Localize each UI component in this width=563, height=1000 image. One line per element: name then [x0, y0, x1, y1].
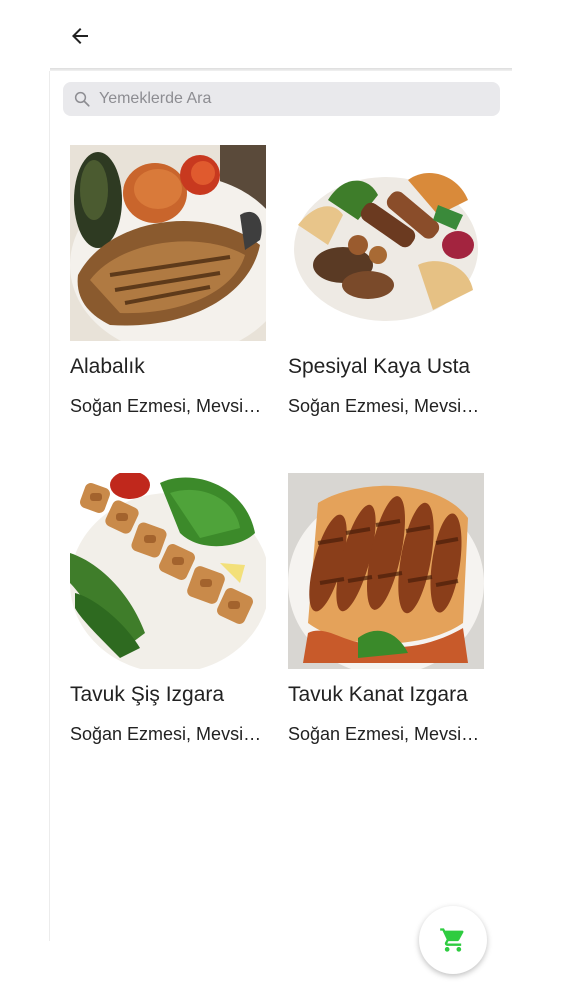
product-card[interactable]: Spesiyal Kaya Usta Soğan Ezmesi, Mevsim …	[288, 145, 488, 417]
product-image[interactable]	[70, 145, 266, 341]
product-description: Soğan Ezmesi, Mevsim Salata	[288, 724, 480, 744]
arrow-left-icon	[72, 28, 88, 44]
product-name: Alabalık	[70, 355, 145, 378]
product-card[interactable]: Tavuk Şiş Izgara Soğan Ezmesi, Mevsim Sa…	[70, 473, 270, 745]
app-header	[0, 0, 563, 70]
search-icon	[74, 91, 90, 107]
shopping-cart-icon	[440, 928, 464, 952]
product-card[interactable]: Alabalık Soğan Ezmesi, Mevsim Salata	[70, 145, 270, 417]
product-name: Tavuk Kanat Izgara	[288, 683, 468, 706]
product-description: Soğan Ezmesi, Mevsim Salata	[70, 396, 262, 416]
header-divider	[50, 68, 512, 71]
product-image[interactable]	[288, 473, 484, 669]
product-description: Soğan Ezmesi, Mevsim Salata	[288, 396, 480, 416]
product-image[interactable]	[70, 473, 266, 669]
back-button[interactable]	[64, 20, 96, 52]
product-name: Spesiyal Kaya Usta	[288, 355, 471, 378]
product-description: Soğan Ezmesi, Mevsim Salata	[70, 724, 262, 744]
search-bar[interactable]	[63, 82, 500, 116]
product-card[interactable]: Tavuk Kanat Izgara Soğan Ezmesi, Mevsim …	[288, 473, 488, 745]
cart-button[interactable]	[419, 906, 487, 974]
product-image[interactable]	[288, 145, 484, 341]
product-name: Tavuk Şiş Izgara	[70, 683, 225, 706]
content-edge	[49, 71, 50, 941]
search-input[interactable]	[99, 90, 479, 108]
